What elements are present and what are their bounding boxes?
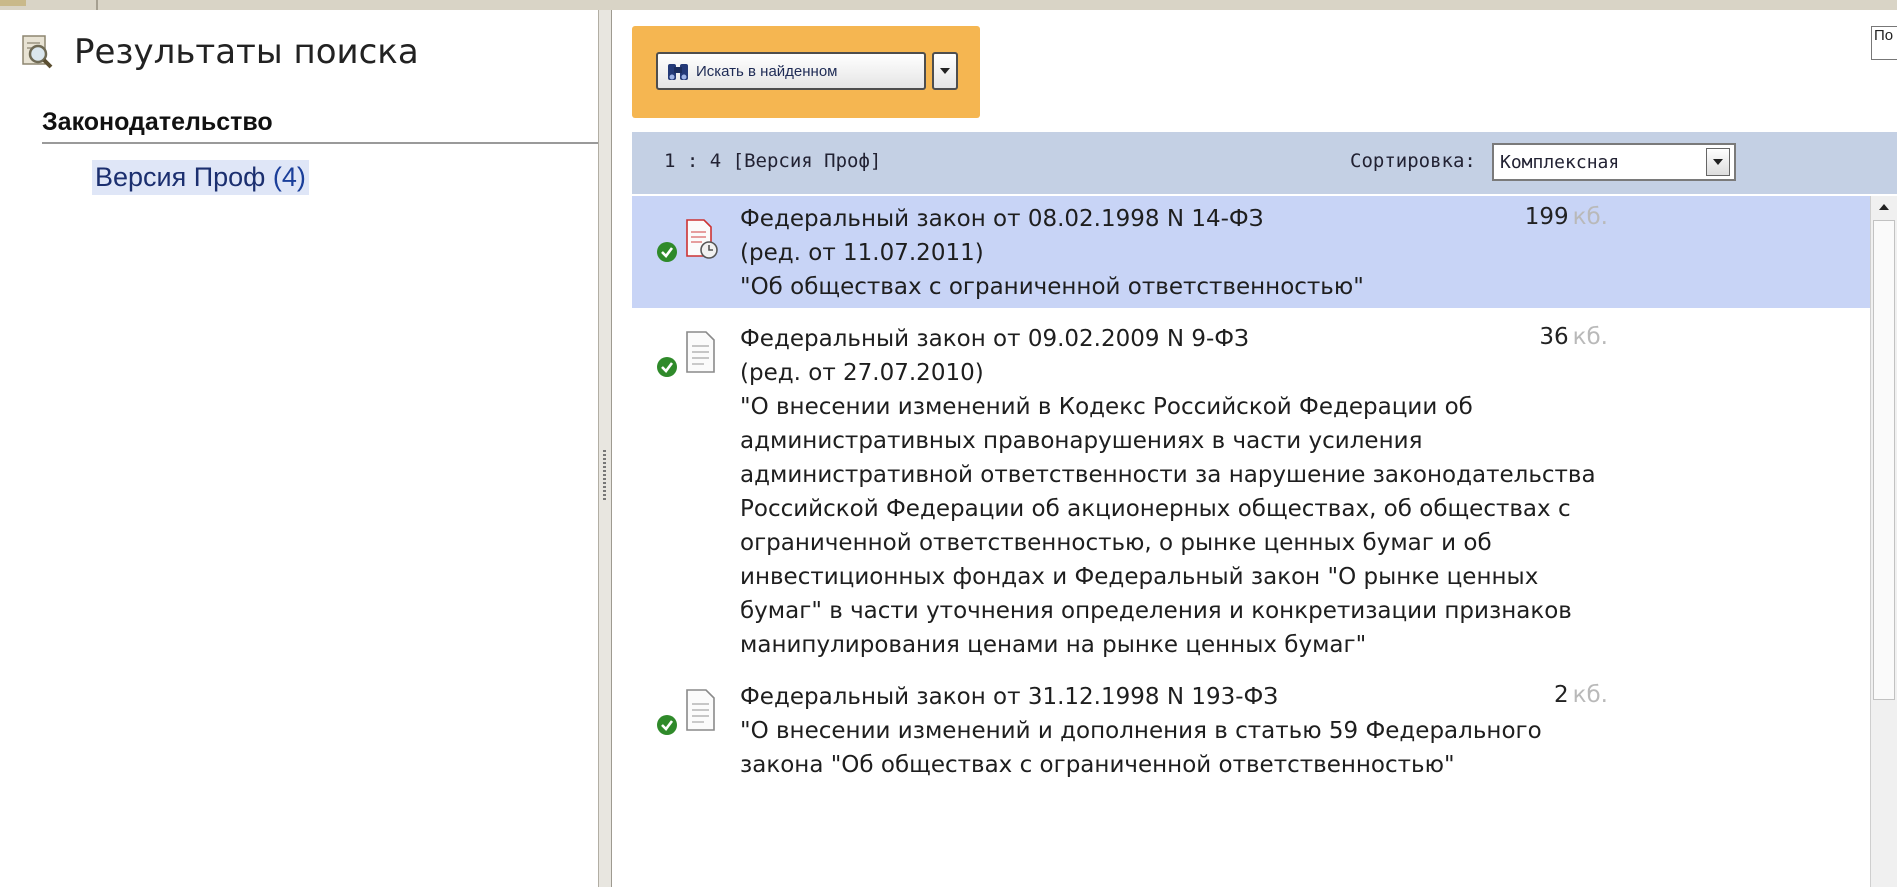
top-divider bbox=[96, 0, 98, 10]
sort-select[interactable]: Комплексная bbox=[1492, 143, 1736, 181]
check-icon bbox=[657, 715, 677, 735]
tree-item-count: (4) bbox=[272, 162, 306, 192]
search-results-panel: Результаты поиска Законодательство Верси… bbox=[0, 10, 598, 887]
top-left-tab bbox=[0, 0, 26, 6]
document-size: 2 кб. bbox=[1553, 682, 1608, 708]
results-list: Федеральный закон от 08.02.1998 N 14-ФЗ … bbox=[632, 196, 1870, 887]
list-item[interactable]: Федеральный закон от 09.02.2009 N 9-ФЗ (… bbox=[632, 316, 1870, 666]
binoculars-icon bbox=[668, 64, 688, 80]
document-title: Федеральный закон от 08.02.1998 N 14-ФЗ … bbox=[740, 206, 1364, 300]
search-results-icon bbox=[22, 35, 53, 69]
list-item[interactable]: Федеральный закон от 31.12.1998 N 193-ФЗ… bbox=[632, 674, 1870, 804]
section-divider bbox=[42, 142, 598, 144]
scroll-up-button[interactable] bbox=[1872, 196, 1896, 218]
section-legislation: Законодательство bbox=[42, 108, 273, 136]
search-options-dropdown[interactable] bbox=[932, 52, 958, 90]
tree-item-label: Версия Проф bbox=[95, 162, 266, 192]
document-title: Федеральный закон от 31.12.1998 N 193-ФЗ… bbox=[740, 684, 1542, 778]
results-range: 1 : 4 [Версия Проф] bbox=[664, 150, 882, 172]
document-edit-icon bbox=[686, 219, 718, 259]
document-size: 199 кб. bbox=[1524, 204, 1608, 230]
document-title: Федеральный закон от 09.02.2009 N 9-ФЗ (… bbox=[740, 326, 1596, 658]
sort-label: Сортировка: bbox=[1350, 150, 1476, 172]
top-right-button[interactable]: По bbox=[1871, 26, 1897, 60]
tree-item-version-prof[interactable]: Версия Проф (4) bbox=[92, 160, 309, 195]
chevron-down-icon bbox=[940, 68, 950, 74]
list-item[interactable]: Федеральный закон от 08.02.1998 N 14-ФЗ … bbox=[632, 196, 1870, 308]
search-in-found-label: Искать в найденном bbox=[696, 62, 838, 80]
search-toolbar: Искать в найденном bbox=[632, 26, 980, 118]
results-pane: Искать в найденном По 1 : 4 [Версия Проф… bbox=[612, 10, 1897, 887]
document-icon bbox=[686, 689, 715, 731]
results-scrollbar[interactable] bbox=[1870, 196, 1897, 887]
sort-value: Комплексная bbox=[1500, 152, 1620, 173]
page-title: Результаты поиска bbox=[74, 32, 419, 72]
splitter-grip[interactable] bbox=[603, 450, 606, 500]
scroll-up-icon bbox=[1879, 204, 1889, 210]
scrollbar-thumb[interactable] bbox=[1873, 220, 1895, 700]
panel-header: Результаты поиска bbox=[20, 32, 419, 72]
search-in-found-button[interactable]: Искать в найденном bbox=[656, 52, 926, 90]
document-size: 36 кб. bbox=[1539, 324, 1608, 350]
chevron-down-icon bbox=[1713, 159, 1723, 165]
sort-dropdown-arrow[interactable] bbox=[1706, 148, 1730, 176]
list-header: 1 : 4 [Версия Проф] Сортировка: Комплекс… bbox=[632, 132, 1897, 194]
document-icon bbox=[686, 331, 715, 373]
pane-splitter[interactable] bbox=[598, 10, 612, 887]
check-icon bbox=[657, 242, 677, 262]
check-icon bbox=[657, 357, 677, 377]
